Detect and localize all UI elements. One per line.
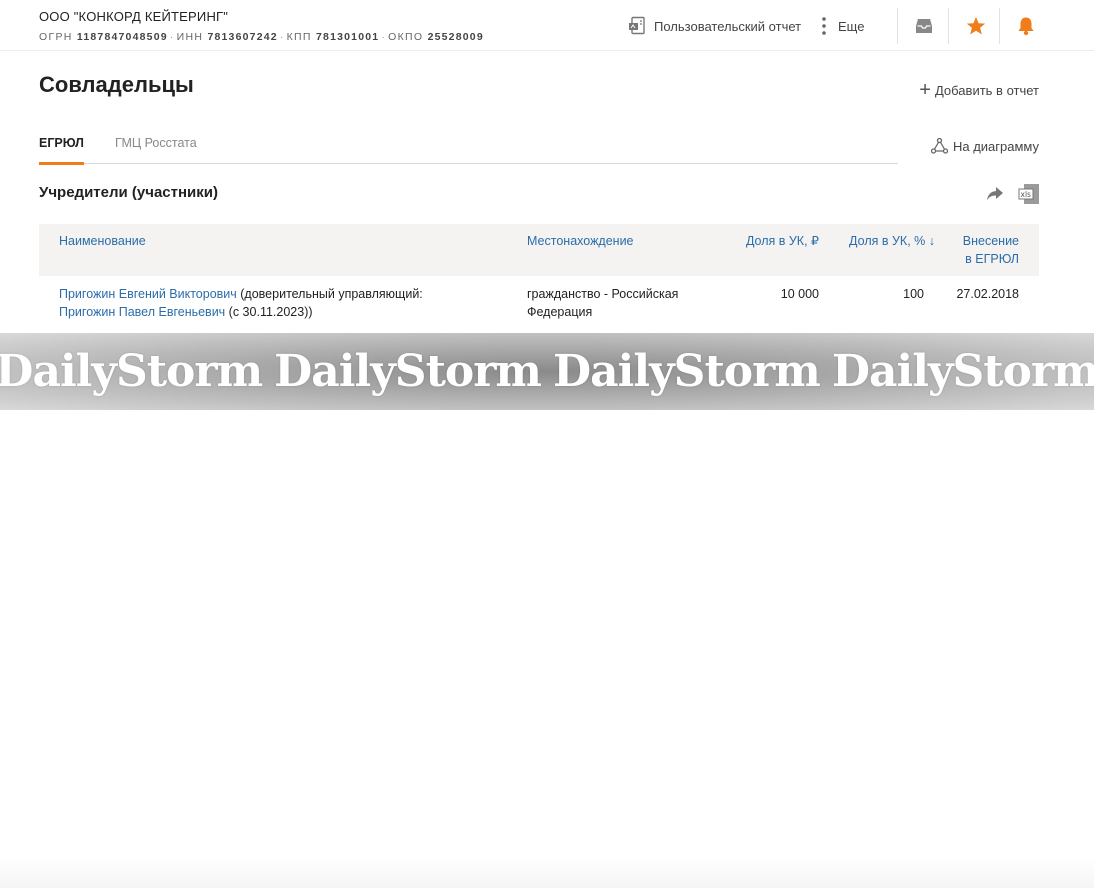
share-icon[interactable] xyxy=(985,184,1005,204)
column-date-line2: в ЕГРЮЛ xyxy=(965,252,1019,266)
column-location[interactable]: Местонахождение xyxy=(527,232,634,250)
column-share-pct-label: Доля в УК, % xyxy=(849,234,926,248)
company-identifiers: ОГРН 1187847048509 · ИНН 7813607242 · КПП 78… xyxy=(39,31,484,43)
svg-text:xls: xls xyxy=(1021,190,1032,199)
inn-label: ИНН xyxy=(176,31,204,43)
ogrn-value: 1187847048509 xyxy=(76,31,168,43)
ogrn-label: ОГРН xyxy=(39,31,73,43)
divider xyxy=(897,8,898,44)
tab-egrul[interactable]: ЕГРЮЛ xyxy=(39,136,84,165)
plus-icon: + xyxy=(919,79,931,101)
xls-export-icon[interactable]: xls xyxy=(1018,183,1040,205)
date-cell: 27.02.2018 xyxy=(956,287,1019,301)
location-cell: гражданство - Российская Федерация xyxy=(527,287,679,319)
watermark-banner: DailyStorm DailyStorm DailyStorm DailyStorm xyxy=(0,333,1094,410)
trustee-link[interactable]: Пригожин Павел Евгеньевич xyxy=(59,305,225,319)
column-name[interactable]: Наименование xyxy=(59,232,146,250)
sort-desc-icon: ↓ xyxy=(928,234,935,248)
inbox-icon[interactable] xyxy=(912,14,936,38)
column-date[interactable]: Внесение в ЕГРЮЛ xyxy=(947,232,1019,268)
column-date-line1: Внесение xyxy=(962,234,1019,248)
trustee-prefix: (доверительный управляющий: xyxy=(236,287,423,301)
vertical-dots-icon xyxy=(822,17,826,35)
add-to-report-button[interactable]: + Добавить в отчет xyxy=(919,79,1039,101)
to-diagram-button[interactable]: На диаграмму xyxy=(930,138,1039,154)
page-title: Совладельцы xyxy=(39,72,194,97)
divider xyxy=(999,8,1000,44)
top-header: ООО "КОНКОРД КЕЙТЕРИНГ" ОГРН 11878470485… xyxy=(0,0,1094,51)
inn-value: 7813607242 xyxy=(207,31,278,43)
more-menu-button[interactable]: Еще xyxy=(822,14,864,38)
founder-link[interactable]: Пригожин Евгений Викторович xyxy=(59,287,237,301)
custom-report-button[interactable]: Пользовательский отчет xyxy=(628,14,801,38)
bell-icon[interactable] xyxy=(1014,14,1038,38)
add-to-report-label: Добавить в отчет xyxy=(934,82,1039,98)
more-label: Еще xyxy=(838,18,865,34)
okpo-label: ОКПО xyxy=(388,31,424,43)
kpp-label: КПП xyxy=(286,31,312,43)
bottom-fade xyxy=(0,858,1094,888)
to-diagram-label: На диаграмму xyxy=(952,138,1039,154)
trustee-suffix: (с 30.11.2023)) xyxy=(225,305,313,319)
kpp-value: 781301001 xyxy=(315,31,380,43)
section-title: Учредители (участники) xyxy=(39,184,218,201)
divider xyxy=(948,8,949,44)
share-rub-cell: 10 000 xyxy=(780,287,819,301)
diagram-icon xyxy=(930,138,948,154)
okpo-value: 25528009 xyxy=(427,31,484,43)
watermark-text: DailyStorm DailyStorm DailyStorm DailyStorm xyxy=(0,346,1094,397)
custom-report-label: Пользовательский отчет xyxy=(654,18,802,34)
pdf-icon xyxy=(628,16,648,36)
star-icon[interactable] xyxy=(964,14,988,38)
table-row: Пригожин Евгений Викторович (доверительн… xyxy=(39,276,1039,332)
column-share-rub[interactable]: Доля в УК, ₽ xyxy=(746,232,819,250)
founder-name-cell: Пригожин Евгений Викторович (доверительн… xyxy=(59,285,479,321)
source-tabs: ЕГРЮЛ ГМЦ Росстата xyxy=(39,132,898,165)
company-name: ООО "КОНКОРД КЕЙТЕРИНГ" xyxy=(39,9,229,24)
share-pct-cell: 100 xyxy=(903,287,924,301)
column-share-pct[interactable]: Доля в УК, % ↓ xyxy=(849,232,935,250)
tab-gmc-rosstat[interactable]: ГМЦ Росстата xyxy=(115,136,197,162)
table-header: Наименование Местонахождение Доля в УК, … xyxy=(39,224,1039,276)
